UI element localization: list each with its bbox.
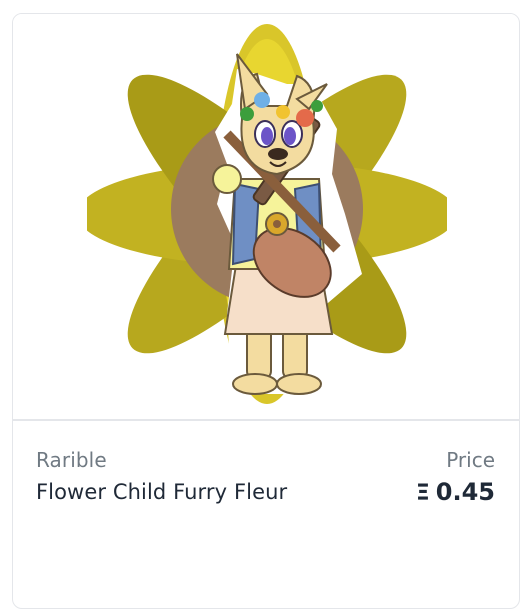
nft-card[interactable]: Rarible Flower Child Furry Fleur Price Ξ…	[12, 13, 520, 609]
collection-name[interactable]: Rarible	[36, 448, 107, 472]
price-label: Price	[446, 448, 495, 472]
price-value: 0.45	[435, 478, 495, 506]
nft-artwork	[87, 24, 447, 404]
card-info: Rarible Flower Child Furry Fleur Price Ξ…	[13, 421, 519, 608]
nft-title[interactable]: Flower Child Furry Fleur	[36, 480, 287, 504]
ethereum-icon: Ξ	[415, 481, 430, 506]
price-value-group: Ξ 0.45	[416, 478, 495, 506]
nft-image[interactable]	[13, 14, 518, 419]
